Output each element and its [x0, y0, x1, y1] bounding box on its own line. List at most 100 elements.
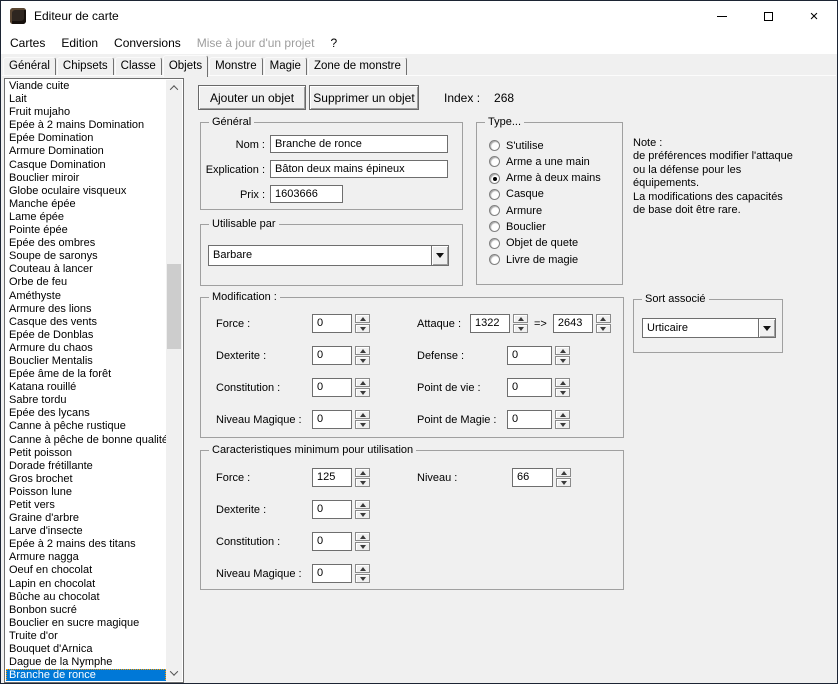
spin-down-button[interactable]	[355, 478, 370, 487]
radio-option[interactable]: S'utilise	[489, 139, 601, 152]
stat-field[interactable]: 0	[312, 410, 352, 429]
menu-item[interactable]: Cartes	[2, 33, 53, 53]
list-item[interactable]: Bûche au chocolat	[6, 591, 166, 604]
list-item[interactable]: Casque Domination	[6, 159, 166, 172]
spin-down-button[interactable]	[555, 356, 570, 365]
spin-down-button[interactable]	[355, 356, 370, 365]
menu-item[interactable]: Conversions	[106, 33, 189, 53]
spin-up-button[interactable]	[555, 378, 570, 387]
list-item[interactable]: Epée des ombres	[6, 237, 166, 250]
list-item[interactable]: Soupe de saronys	[6, 250, 166, 263]
close-button[interactable]: ×	[791, 1, 837, 31]
stat-field[interactable]: 0	[312, 532, 352, 551]
list-item[interactable]: Epée à 2 mains des titans	[6, 538, 166, 551]
list-item[interactable]: Dague de la Nymphe	[6, 656, 166, 669]
list-item[interactable]: Epée âme de la forêt	[6, 368, 166, 381]
list-item[interactable]: Fruit mujaho	[6, 106, 166, 119]
explication-field[interactable]: Bâton deux mains épineux	[270, 160, 448, 178]
prix-field[interactable]: 1603666	[270, 185, 343, 203]
list-item[interactable]: Armure du chaos	[6, 342, 166, 355]
tab[interactable]: Zone de monstre	[308, 57, 407, 75]
stat-field[interactable]: 0	[312, 346, 352, 365]
list-item[interactable]: Oeuf en chocolat	[6, 564, 166, 577]
list-item[interactable]: Manche épée	[6, 198, 166, 211]
stat-field[interactable]: 0	[312, 500, 352, 519]
tab[interactable]: Chipsets	[57, 57, 114, 75]
attack-after-field[interactable]: 2643	[553, 314, 593, 333]
sort-dropdown-button[interactable]	[758, 319, 775, 337]
list-item[interactable]: Petit poisson	[6, 447, 166, 460]
spin-down-button[interactable]	[355, 388, 370, 397]
list-item[interactable]: Canne à pêche de bonne qualité	[6, 434, 166, 447]
list-item[interactable]: Katana rouillé	[6, 381, 166, 394]
stat-field[interactable]: 125	[312, 468, 352, 487]
list-item[interactable]: Poisson lune	[6, 486, 166, 499]
list-item[interactable]: Bouclier en sucre magique	[6, 617, 166, 630]
list-item[interactable]: Epée Domination	[6, 132, 166, 145]
list-item[interactable]: Canne à pêche rustique	[6, 420, 166, 433]
list-item[interactable]: Améthyste	[6, 290, 166, 303]
delete-object-button[interactable]: Supprimer un objet	[309, 85, 419, 110]
radio-option[interactable]: Arme a une main	[489, 155, 601, 168]
spin-up-button[interactable]	[355, 468, 370, 477]
spin-down-button[interactable]	[355, 542, 370, 551]
list-item[interactable]: Epée de Donblas	[6, 329, 166, 342]
add-object-button[interactable]: Ajouter un objet	[198, 85, 306, 110]
list-item[interactable]: Lait	[6, 93, 166, 106]
list-item[interactable]: Casque des vents	[6, 316, 166, 329]
attack-before-field[interactable]: 1322	[470, 314, 510, 333]
spin-down-button[interactable]	[555, 420, 570, 429]
spin-down-button[interactable]	[513, 324, 528, 333]
nom-field[interactable]: Branche de ronce	[270, 135, 448, 153]
tab[interactable]: Classe	[115, 57, 162, 75]
scroll-up-button[interactable]	[166, 80, 182, 96]
spin-down-button[interactable]	[355, 420, 370, 429]
list-item[interactable]: Bouclier miroir	[6, 172, 166, 185]
stat-field[interactable]: 66	[512, 468, 553, 487]
list-item[interactable]: Armure nagga	[6, 551, 166, 564]
list-item[interactable]: Dorade frétillante	[6, 460, 166, 473]
spin-up-button[interactable]	[355, 500, 370, 509]
list-item[interactable]: Gros brochet	[6, 473, 166, 486]
spin-down-button[interactable]	[355, 324, 370, 333]
tab[interactable]: Monstre	[209, 57, 263, 75]
tab[interactable]: Objets	[163, 55, 208, 77]
spin-up-button[interactable]	[355, 564, 370, 573]
stat-field[interactable]: 0	[507, 410, 552, 429]
maximize-button[interactable]	[745, 1, 791, 31]
stat-field[interactable]: 0	[507, 378, 552, 397]
stat-field[interactable]: 0	[507, 346, 552, 365]
spin-up-button[interactable]	[513, 314, 528, 323]
tab[interactable]: Magie	[264, 57, 307, 75]
list-item[interactable]: Epée à 2 mains Domination	[6, 119, 166, 132]
spin-up-button[interactable]	[355, 410, 370, 419]
spin-up-button[interactable]	[355, 378, 370, 387]
menu-item[interactable]: Mise à jour d'un projet	[189, 33, 323, 53]
list-item[interactable]: Truite d'or	[6, 630, 166, 643]
spin-down-button[interactable]	[355, 574, 370, 583]
spin-down-button[interactable]	[556, 478, 571, 487]
list-item[interactable]: Branche de ronce	[6, 669, 166, 681]
list-item[interactable]: Viande cuite	[6, 80, 166, 93]
list-item[interactable]: Pointe épée	[6, 224, 166, 237]
list-item[interactable]: Globe oculaire visqueux	[6, 185, 166, 198]
spin-down-button[interactable]	[355, 510, 370, 519]
list-item[interactable]: Sabre tordu	[6, 394, 166, 407]
usable-combobox[interactable]: Barbare	[208, 245, 449, 266]
spin-up-button[interactable]	[556, 468, 571, 477]
scroll-down-button[interactable]	[166, 665, 182, 681]
list-item[interactable]: Epée des lycans	[6, 407, 166, 420]
radio-option[interactable]: Objet de quete	[489, 237, 601, 250]
menu-item[interactable]: Edition	[53, 33, 106, 53]
list-item[interactable]: Orbe de feu	[6, 276, 166, 289]
list-item[interactable]: Lame épée	[6, 211, 166, 224]
list-item[interactable]: Bouquet d'Arnica	[6, 643, 166, 656]
radio-option[interactable]: Livre de magie	[489, 253, 601, 266]
spin-up-button[interactable]	[355, 346, 370, 355]
tab[interactable]: Général	[3, 57, 56, 75]
spin-up-button[interactable]	[355, 532, 370, 541]
list-item[interactable]: Graine d'arbre	[6, 512, 166, 525]
scroll-thumb[interactable]	[167, 264, 181, 349]
usable-dropdown-button[interactable]	[431, 246, 448, 265]
stat-field[interactable]: 0	[312, 314, 352, 333]
